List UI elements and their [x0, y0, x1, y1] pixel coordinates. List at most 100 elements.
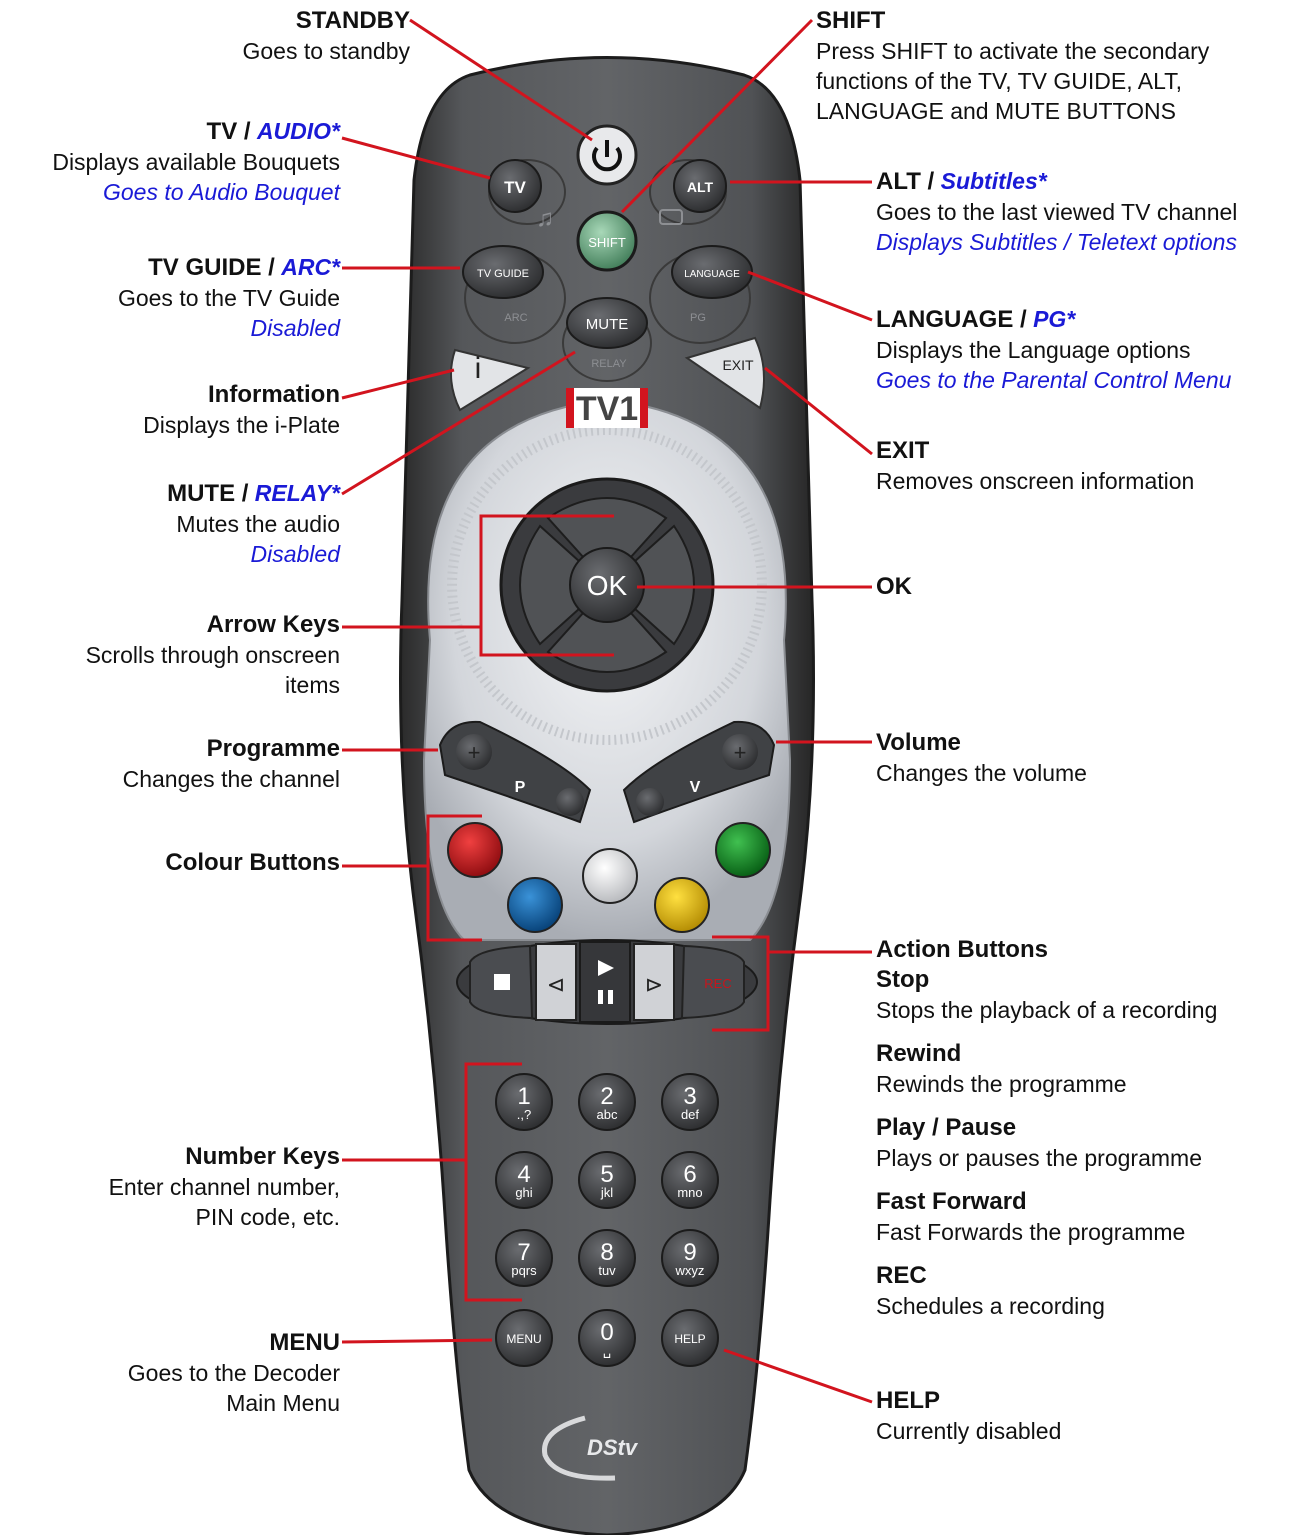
number-key-1[interactable]: 1.,?	[495, 1073, 553, 1131]
rewind-desc: Rewinds the programme	[876, 1071, 1127, 1097]
mute-desc-2: Disabled	[250, 541, 341, 567]
fast-forward-button[interactable]: ⊳	[633, 943, 675, 1021]
alt-title: ALT /	[876, 168, 935, 195]
standby-label: STANDBY Goes to standby	[150, 6, 411, 66]
ok-title: OK	[876, 573, 912, 600]
action-buttons-label: Action Buttons Stop Stops the playback o…	[876, 935, 1296, 1321]
menu-button[interactable]: MENU	[495, 1309, 553, 1367]
action-bar: ⊲ ⊳ REC	[456, 939, 758, 1025]
programme-desc: Changes the channel	[122, 766, 340, 792]
ok-button[interactable]: OK	[569, 547, 645, 623]
number-key-7[interactable]: 7pqrs	[495, 1229, 553, 1287]
mute-button-label: MUTE	[586, 316, 629, 333]
colour-buttons-label: Colour Buttons	[60, 848, 340, 878]
arrow-keys-label: Arrow Keys Scrolls through onscreen item…	[40, 610, 340, 700]
rec-desc: Schedules a recording	[876, 1293, 1105, 1319]
blue-button[interactable]	[507, 877, 563, 933]
language-button-label: LANGUAGE	[684, 269, 740, 280]
volume-label: V	[690, 779, 701, 796]
play-pause-button[interactable]	[579, 941, 631, 1023]
programme-label-text: Programme Changes the channel	[60, 734, 340, 794]
yellow-button[interactable]	[654, 877, 710, 933]
shift-label: SHIFT Press SHIFT to activate the second…	[816, 6, 1276, 126]
number-key-6[interactable]: 6mno	[661, 1151, 719, 1209]
tvguide-label: TV GUIDE / ARC* Goes to the TV Guide Dis…	[40, 252, 340, 343]
number-key-letters: .,?	[517, 1107, 531, 1122]
standby-desc: Goes to standby	[242, 38, 411, 64]
number-key-digit: 7	[517, 1239, 530, 1266]
dstv-logo-text: DStv	[587, 1435, 639, 1460]
number-key-digit: 9	[683, 1239, 696, 1266]
language-alt: PG*	[1033, 306, 1076, 332]
number-keys-label: Number Keys Enter channel number, PIN co…	[40, 1142, 340, 1232]
fast-forward-title: Fast Forward	[876, 1188, 1027, 1215]
white-button[interactable]	[582, 848, 638, 904]
language-title: LANGUAGE /	[876, 306, 1027, 333]
rec-label: REC	[704, 976, 731, 991]
number-key-4[interactable]: 4ghi	[495, 1151, 553, 1209]
mute-title: MUTE /	[167, 480, 249, 507]
stop-button[interactable]	[469, 944, 534, 1020]
red-button[interactable]	[447, 822, 503, 878]
rewind-title: Rewind	[876, 1040, 962, 1067]
information-desc: Displays the i-Plate	[143, 412, 340, 438]
rec-button[interactable]: REC	[680, 944, 745, 1020]
number-key-2[interactable]: 2abc	[578, 1073, 636, 1131]
help-label: HELP Currently disabled	[876, 1386, 1176, 1446]
help-button[interactable]: HELP	[661, 1309, 719, 1367]
number-key-3[interactable]: 3def	[661, 1073, 719, 1131]
exit-desc: Removes onscreen information	[876, 468, 1195, 494]
number-key-letters: ␣	[603, 1343, 611, 1358]
tvguide-desc: Goes to the TV Guide	[117, 285, 340, 311]
tv1-logo-text: TV1	[576, 390, 638, 428]
number-key-digit: 8	[600, 1239, 613, 1266]
programme-title: Programme	[206, 735, 340, 762]
number-key-5[interactable]: 5jkl	[578, 1151, 636, 1209]
language-label: LANGUAGE / PG* Displays the Language opt…	[876, 304, 1276, 395]
number-key-letters: wxyz	[675, 1263, 705, 1278]
menu-desc-2: Main Menu	[226, 1390, 340, 1416]
shift-button[interactable]: SHIFT	[576, 210, 638, 272]
number-key-9[interactable]: 9wxyz	[661, 1229, 719, 1287]
music-note-icon: ♫	[536, 205, 554, 232]
number-key-8[interactable]: 8tuv	[578, 1229, 636, 1287]
tv-desc: Displays available Bouquets	[52, 149, 340, 175]
number-key-letters: def	[681, 1107, 699, 1122]
stop-icon	[494, 974, 510, 990]
relay-label: RELAY	[591, 358, 627, 370]
number-key-letters: jkl	[600, 1185, 613, 1200]
tvguide-desc-2: Disabled	[250, 315, 341, 341]
number-key-letters: mno	[677, 1185, 702, 1200]
dpad: OK	[499, 477, 715, 693]
number-key-letters: abc	[597, 1107, 618, 1122]
shift-title: SHIFT	[816, 7, 886, 34]
fast-forward-icon: ⊳	[645, 972, 663, 997]
programme-label: P	[515, 779, 526, 796]
number-key-digit: 3	[683, 1083, 696, 1110]
exit-button-label: EXIT	[722, 357, 754, 373]
action-title: Action Buttons	[876, 936, 1048, 963]
mute-label: MUTE / RELAY* Mutes the audio Disabled	[60, 478, 340, 569]
exit-title: EXIT	[876, 437, 930, 464]
exit-label: EXIT Removes onscreen information	[876, 436, 1276, 496]
standby-button[interactable]	[576, 124, 638, 186]
number-keys-title: Number Keys	[185, 1143, 340, 1170]
number-key-letters: ghi	[515, 1185, 532, 1200]
menu-title: MENU	[269, 1329, 340, 1356]
alt-desc-2: Displays Subtitles / Teletext options	[876, 229, 1237, 255]
green-button[interactable]	[715, 822, 771, 878]
information-title: Information	[208, 381, 340, 408]
number-keys-desc-1: Enter channel number,	[108, 1174, 340, 1200]
stop-desc: Stops the playback of a recording	[876, 997, 1218, 1023]
alt-alt: Subtitles*	[940, 168, 1047, 194]
fast-forward-desc: Fast Forwards the programme	[876, 1219, 1186, 1245]
menu-button-label: MENU	[506, 1332, 541, 1346]
number-key-0[interactable]: 0␣	[578, 1309, 636, 1367]
rewind-button[interactable]: ⊲	[535, 943, 577, 1021]
help-desc: Currently disabled	[876, 1418, 1062, 1444]
tv1-logo: TV1	[566, 388, 648, 428]
svg-text:+: +	[734, 740, 747, 765]
callout-menu	[341, 1338, 493, 1344]
rec-title: REC	[876, 1262, 927, 1289]
alt-desc: Goes to the last viewed TV channel	[876, 199, 1238, 225]
